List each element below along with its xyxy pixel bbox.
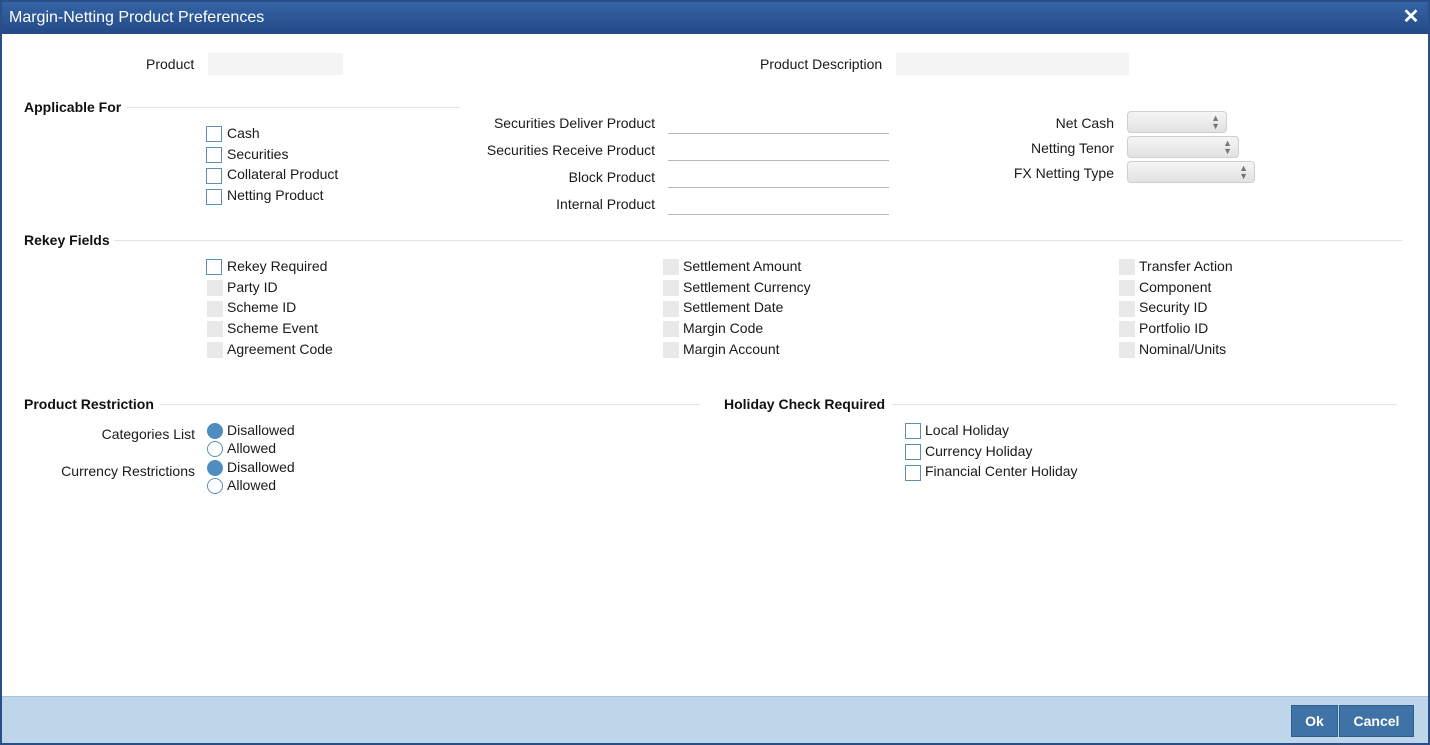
rekey-required-label: Rekey Required: [227, 258, 328, 274]
cash-label: Cash: [227, 125, 260, 141]
scheme-event-checkbox[interactable]: [207, 321, 223, 337]
component-label: Component: [1139, 279, 1212, 295]
security-id-checkbox[interactable]: [1119, 301, 1135, 317]
close-icon[interactable]: ✕: [1400, 6, 1422, 28]
security-id-label: Security ID: [1139, 299, 1208, 315]
rekey-required-checkbox[interactable]: [206, 259, 222, 275]
categories-list-label: Categories List: [101, 426, 195, 442]
party-id-checkbox[interactable]: [207, 280, 223, 296]
margin-code-label: Margin Code: [683, 320, 764, 336]
product-description-input[interactable]: [896, 53, 1129, 75]
dialog-footer: Ok Cancel: [2, 696, 1428, 743]
currency-allowed-radio[interactable]: [207, 478, 223, 494]
block-product-input[interactable]: [668, 166, 889, 188]
netting-product-checkbox[interactable]: [206, 189, 222, 205]
margin-netting-dialog: Margin-Netting Product Preferences ✕ Pro…: [0, 0, 1430, 745]
holiday-check-heading: Holiday Check Required: [724, 396, 886, 412]
product-input[interactable]: [208, 53, 343, 75]
product-restriction-heading: Product Restriction: [24, 396, 154, 412]
cancel-button[interactable]: Cancel: [1339, 705, 1414, 737]
transfer-action-checkbox[interactable]: [1119, 259, 1135, 275]
product-restriction-divider: [160, 404, 700, 405]
securities-label: Securities: [227, 146, 289, 162]
select-arrows-icon: ▲ ▼: [1223, 138, 1232, 156]
agreement-code-label: Agreement Code: [227, 341, 333, 357]
settlement-currency-checkbox[interactable]: [663, 280, 679, 296]
settlement-currency-label: Settlement Currency: [683, 279, 811, 295]
product-label: Product: [146, 56, 195, 72]
currency-holiday-label: Currency Holiday: [925, 443, 1033, 459]
party-id-label: Party ID: [227, 279, 278, 295]
dialog-title: Margin-Netting Product Preferences: [9, 9, 265, 26]
net-cash-label: Net Cash: [1055, 115, 1114, 131]
currency-allowed-label: Allowed: [227, 477, 277, 493]
netting-tenor-select[interactable]: ▲ ▼: [1127, 136, 1239, 158]
settlement-amount-label: Settlement Amount: [683, 258, 802, 274]
securities-deliver-product-label: Securities Deliver Product: [493, 115, 655, 131]
securities-deliver-product-input[interactable]: [668, 112, 889, 134]
transfer-action-label: Transfer Action: [1139, 258, 1233, 274]
settlement-date-label: Settlement Date: [683, 299, 784, 315]
holiday-check-divider: [892, 404, 1397, 405]
settlement-date-checkbox[interactable]: [663, 301, 679, 317]
securities-receive-product-input[interactable]: [668, 139, 889, 161]
currency-restrictions-label: Currency Restrictions: [61, 463, 195, 479]
categories-allowed-radio[interactable]: [207, 441, 223, 457]
scheme-id-label: Scheme ID: [227, 299, 297, 315]
rekey-fields-heading: Rekey Fields: [24, 232, 110, 248]
netting-tenor-label: Netting Tenor: [1030, 140, 1114, 156]
select-arrows-icon: ▲ ▼: [1211, 113, 1220, 131]
settlement-amount-checkbox[interactable]: [663, 259, 679, 275]
local-holiday-label: Local Holiday: [925, 422, 1010, 438]
collateral-product-label: Collateral Product: [227, 166, 339, 182]
categories-disallowed-label: Disallowed: [227, 422, 295, 438]
securities-receive-product-label: Securities Receive Product: [486, 142, 655, 158]
title-bar: Margin-Netting Product Preferences ✕: [2, 2, 1428, 34]
fx-netting-type-label: FX Netting Type: [1013, 165, 1114, 181]
margin-account-label: Margin Account: [683, 341, 780, 357]
net-cash-select[interactable]: ▲ ▼: [1127, 111, 1227, 133]
scheme-id-checkbox[interactable]: [207, 301, 223, 317]
portfolio-id-checkbox[interactable]: [1119, 321, 1135, 337]
nominal-units-label: Nominal/Units: [1139, 341, 1227, 357]
currency-holiday-checkbox[interactable]: [905, 444, 921, 460]
netting-product-label: Netting Product: [227, 187, 324, 203]
rekey-fields-divider: [114, 240, 1402, 241]
portfolio-id-label: Portfolio ID: [1139, 320, 1209, 336]
categories-allowed-label: Allowed: [227, 440, 277, 456]
cash-checkbox[interactable]: [206, 126, 222, 142]
product-description-label: Product Description: [760, 56, 883, 72]
securities-checkbox[interactable]: [206, 147, 222, 163]
scheme-event-label: Scheme Event: [227, 320, 319, 336]
currency-disallowed-radio[interactable]: [207, 460, 223, 476]
internal-product-input[interactable]: [668, 193, 889, 215]
local-holiday-checkbox[interactable]: [905, 423, 921, 439]
financial-center-holiday-label: Financial Center Holiday: [925, 463, 1078, 479]
collateral-product-checkbox[interactable]: [206, 168, 222, 184]
ok-button[interactable]: Ok: [1291, 705, 1338, 737]
margin-account-checkbox[interactable]: [663, 342, 679, 358]
financial-center-holiday-checkbox[interactable]: [905, 465, 921, 481]
currency-disallowed-label: Disallowed: [227, 459, 295, 475]
select-arrows-icon: ▲ ▼: [1239, 163, 1248, 181]
margin-code-checkbox[interactable]: [663, 321, 679, 337]
applicable-for-divider: [126, 107, 460, 108]
component-checkbox[interactable]: [1119, 280, 1135, 296]
applicable-for-heading: Applicable For: [24, 99, 122, 115]
fx-netting-type-select[interactable]: ▲ ▼: [1127, 161, 1255, 183]
block-product-label: Block Product: [568, 169, 655, 185]
internal-product-label: Internal Product: [556, 196, 655, 212]
nominal-units-checkbox[interactable]: [1119, 342, 1135, 358]
agreement-code-checkbox[interactable]: [207, 342, 223, 358]
categories-disallowed-radio[interactable]: [207, 423, 223, 439]
